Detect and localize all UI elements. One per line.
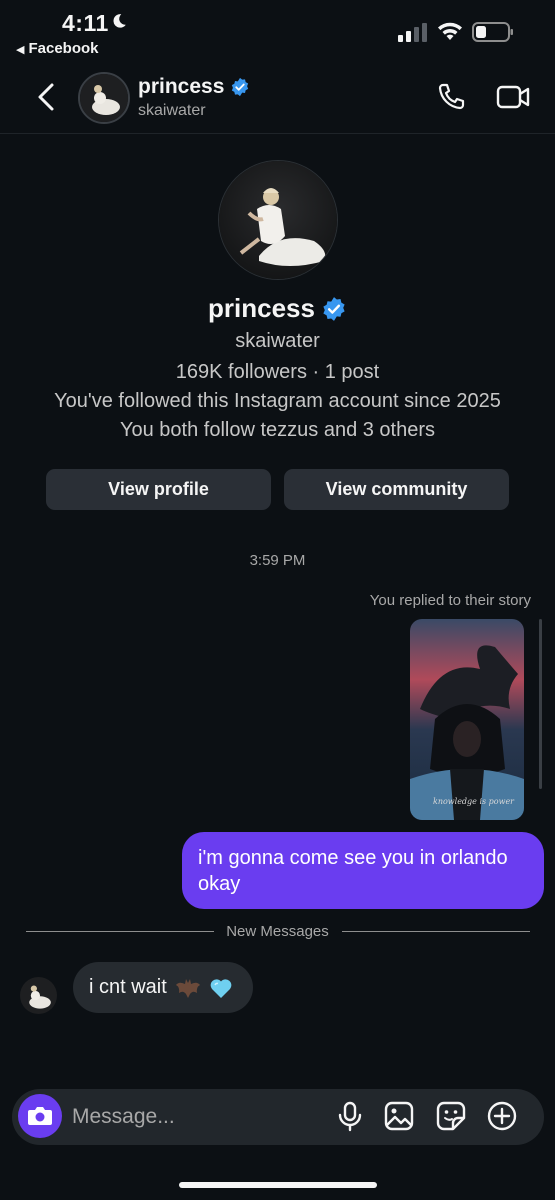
story-caption: knowledge is power	[432, 797, 514, 806]
camera-button[interactable]	[18, 1094, 62, 1138]
new-messages-divider-line	[342, 931, 530, 932]
header-name[interactable]: princess	[138, 75, 250, 99]
story-thumbnail[interactable]: knowledge is power	[410, 619, 524, 820]
gallery-icon[interactable]	[383, 1100, 415, 1132]
back-triangle-icon: ◀	[16, 44, 25, 56]
bat-emoji-icon	[175, 978, 200, 998]
status-time: 4:11	[62, 10, 109, 36]
outgoing-message-bubble[interactable]: i'm gonna come see you in orlando okay	[182, 832, 544, 909]
profile-name-text: princess	[208, 293, 315, 323]
verified-badge-icon	[232, 77, 249, 97]
camera-icon	[28, 1107, 52, 1125]
profile-username: skaiwater	[235, 330, 320, 352]
sticker-icon[interactable]	[435, 1100, 467, 1132]
incoming-message-bubble[interactable]: i cnt wait	[73, 962, 253, 1013]
profile-followed-since: You've followed this Instagram account s…	[54, 390, 501, 412]
header-name-text: princess	[138, 75, 225, 98]
cellular-signal-icon	[398, 23, 427, 42]
avatar-photo	[20, 977, 57, 1014]
light-blue-heart-emoji-icon	[210, 978, 232, 998]
view-community-button[interactable]: View community	[284, 469, 509, 510]
back-arrow-icon[interactable]	[34, 82, 58, 112]
profile-stats: 169K followers · 1 post	[175, 361, 380, 383]
incoming-message-text: i cnt wait	[89, 976, 167, 998]
battery-icon	[472, 22, 513, 42]
view-profile-button[interactable]: View profile	[46, 469, 271, 510]
profile-avatar[interactable]	[218, 160, 338, 280]
header-avatar[interactable]	[78, 72, 130, 124]
story-image	[410, 619, 524, 820]
header-divider	[0, 133, 555, 134]
profile-photo	[219, 161, 337, 279]
moon-icon	[113, 14, 126, 28]
avatar-photo	[80, 74, 128, 122]
video-camera-icon[interactable]	[496, 82, 530, 112]
home-indicator[interactable]	[179, 1182, 377, 1188]
profile-name: princess	[0, 293, 555, 324]
plus-icon[interactable]	[486, 1100, 518, 1132]
wifi-icon	[438, 22, 462, 40]
profile-mutual-followers: You both follow tezzus and 3 others	[119, 419, 436, 441]
back-app-label: Facebook	[28, 40, 99, 57]
story-reply-label: You replied to their story	[369, 592, 531, 609]
verified-badge-icon	[323, 296, 345, 321]
phone-icon[interactable]	[436, 82, 466, 112]
header-username: skaiwater	[138, 102, 206, 119]
message-input[interactable]	[72, 1100, 322, 1134]
back-to-app-link[interactable]: ◀ Facebook	[16, 40, 99, 57]
microphone-icon[interactable]	[334, 1100, 366, 1132]
sender-avatar[interactable]	[20, 977, 57, 1014]
message-timestamp: 3:59 PM	[249, 552, 306, 569]
chat-scrollbar[interactable]	[539, 619, 542, 789]
